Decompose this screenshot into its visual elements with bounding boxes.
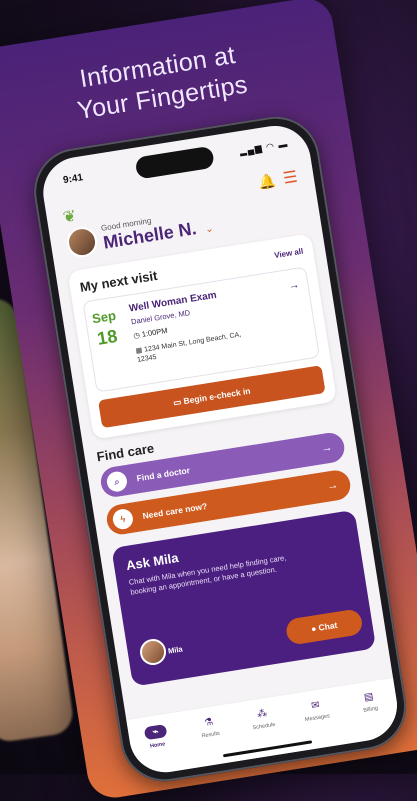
tab-results[interactable]: ⚗ Results	[180, 703, 242, 769]
tab-label: Home	[149, 741, 166, 750]
dynamic-island	[134, 145, 215, 180]
tab-billing[interactable]: ▤ Billing	[340, 678, 402, 744]
flask-icon: ⚗	[203, 716, 215, 729]
leaf-logo-icon: ❦	[61, 207, 78, 227]
tab-bar: ⌁ Home ⚗ Results ⁂ Schedule ✉ Messages ▤	[126, 676, 403, 778]
mila-avatar	[138, 637, 168, 667]
tab-label: Billing	[363, 705, 379, 714]
arrow-right-icon[interactable]: →	[288, 279, 301, 293]
appt-month: Sep	[91, 307, 117, 327]
bell-icon[interactable]: 🔔	[257, 172, 277, 192]
message-icon: ✉	[310, 699, 321, 712]
lightning-icon: ϟ	[111, 507, 135, 531]
chat-button[interactable]: ● Chat	[284, 608, 364, 646]
appt-time: ◷ 1:00PM	[133, 326, 168, 340]
appt-time-text: 1:00PM	[141, 325, 169, 339]
mila-name: Mila	[167, 644, 184, 656]
avatar	[64, 224, 100, 260]
status-icons: ▂▄▆ ◠ ▬	[238, 138, 289, 157]
tab-home[interactable]: ⌁ Home	[126, 712, 188, 778]
find-doctor-label: Find a doctor	[135, 465, 191, 484]
tab-label: Results	[201, 730, 221, 740]
search-icon: ⌕	[105, 470, 129, 494]
need-care-label: Need care now?	[141, 500, 208, 521]
next-visit-card: My next visit View all Sep 18 Well Woman…	[67, 233, 338, 440]
menu-icon[interactable]: ☰	[282, 167, 299, 189]
document-icon: ▤	[363, 691, 375, 704]
status-time: 9:41	[62, 172, 84, 187]
arrow-right-icon: →	[320, 441, 334, 456]
network-icon: ⁂	[256, 708, 268, 721]
ask-mila-card: Ask Mila Chat with Mila when you need he…	[111, 509, 377, 687]
appt-day: 18	[95, 325, 119, 349]
tab-label: Schedule	[252, 721, 276, 732]
home-pulse-icon: ⌁	[143, 723, 168, 741]
app-screen: 9:41 ▂▄▆ ◠ ▬ ❦ 🔔 ☰ Good morning Michelle…	[38, 120, 403, 778]
mila-title: Ask Mila	[125, 550, 180, 574]
chevron-down-icon[interactable]: ⌄	[204, 223, 214, 235]
chat-label: Chat	[317, 619, 339, 633]
phone-frame: 9:41 ▂▄▆ ◠ ▬ ❦ 🔔 ☰ Good morning Michelle…	[27, 110, 413, 788]
view-all-link[interactable]: View all	[274, 247, 304, 260]
checkin-label: Begin e-check in	[182, 385, 252, 407]
arrow-right-icon: →	[326, 479, 340, 493]
tab-label: Messages	[304, 713, 331, 724]
